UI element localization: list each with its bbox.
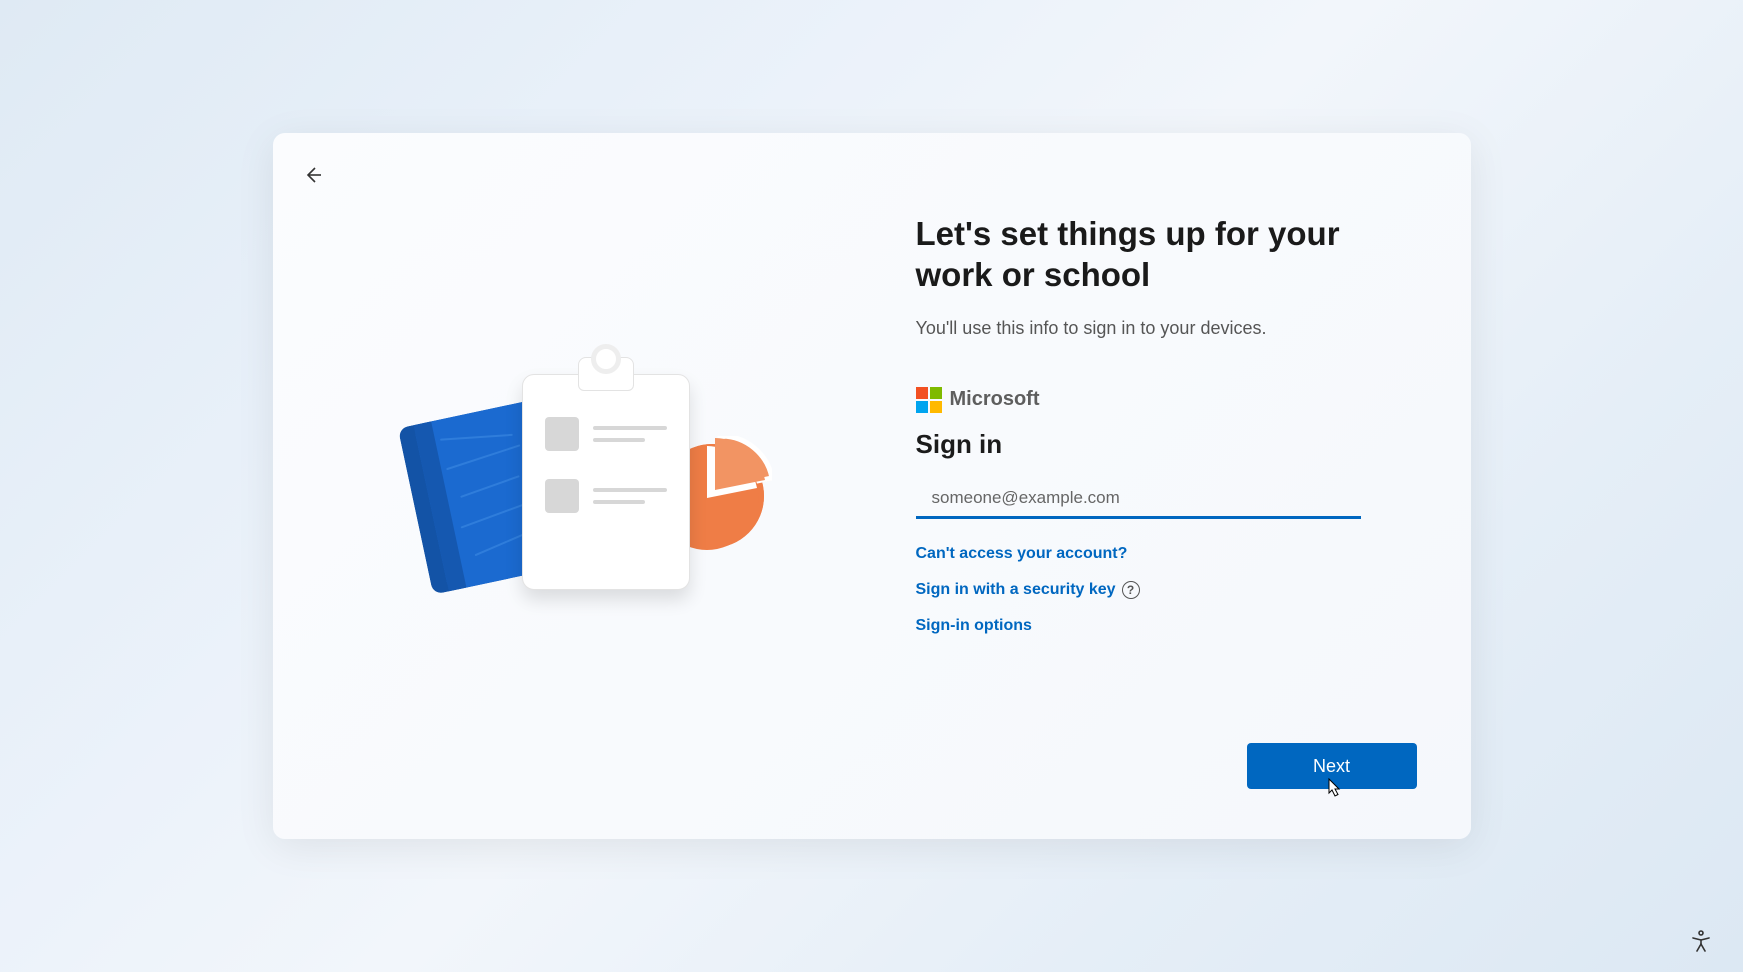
security-key-link[interactable]: Sign in with a security key ? [916,581,1140,599]
accessibility-icon [1689,929,1713,953]
content-panel: Let's set things up for your work or sch… [872,133,1471,839]
accessibility-button[interactable] [1689,929,1713,958]
signin-options-link[interactable]: Sign-in options [916,617,1032,635]
microsoft-logo-icon [916,387,942,413]
email-input[interactable] [916,478,1361,519]
next-button[interactable]: Next [1247,743,1417,789]
cant-access-account-link[interactable]: Can't access your account? [916,545,1128,563]
page-subtitle: You'll use this info to sign in to your … [916,318,1391,339]
page-title: Let's set things up for your work or sch… [916,213,1391,296]
security-key-link-text: Sign in with a security key [916,581,1116,599]
signin-heading: Sign in [916,429,1391,460]
work-school-illustration [382,356,782,616]
help-icon[interactable]: ? [1122,581,1140,599]
back-button[interactable] [295,157,331,193]
microsoft-brand-text: Microsoft [950,388,1040,411]
arrow-left-icon [301,163,325,187]
clipboard-icon [522,374,690,590]
microsoft-brand: Microsoft [916,387,1391,413]
setup-card: Let's set things up for your work or sch… [273,133,1471,839]
illustration-panel [273,133,872,839]
